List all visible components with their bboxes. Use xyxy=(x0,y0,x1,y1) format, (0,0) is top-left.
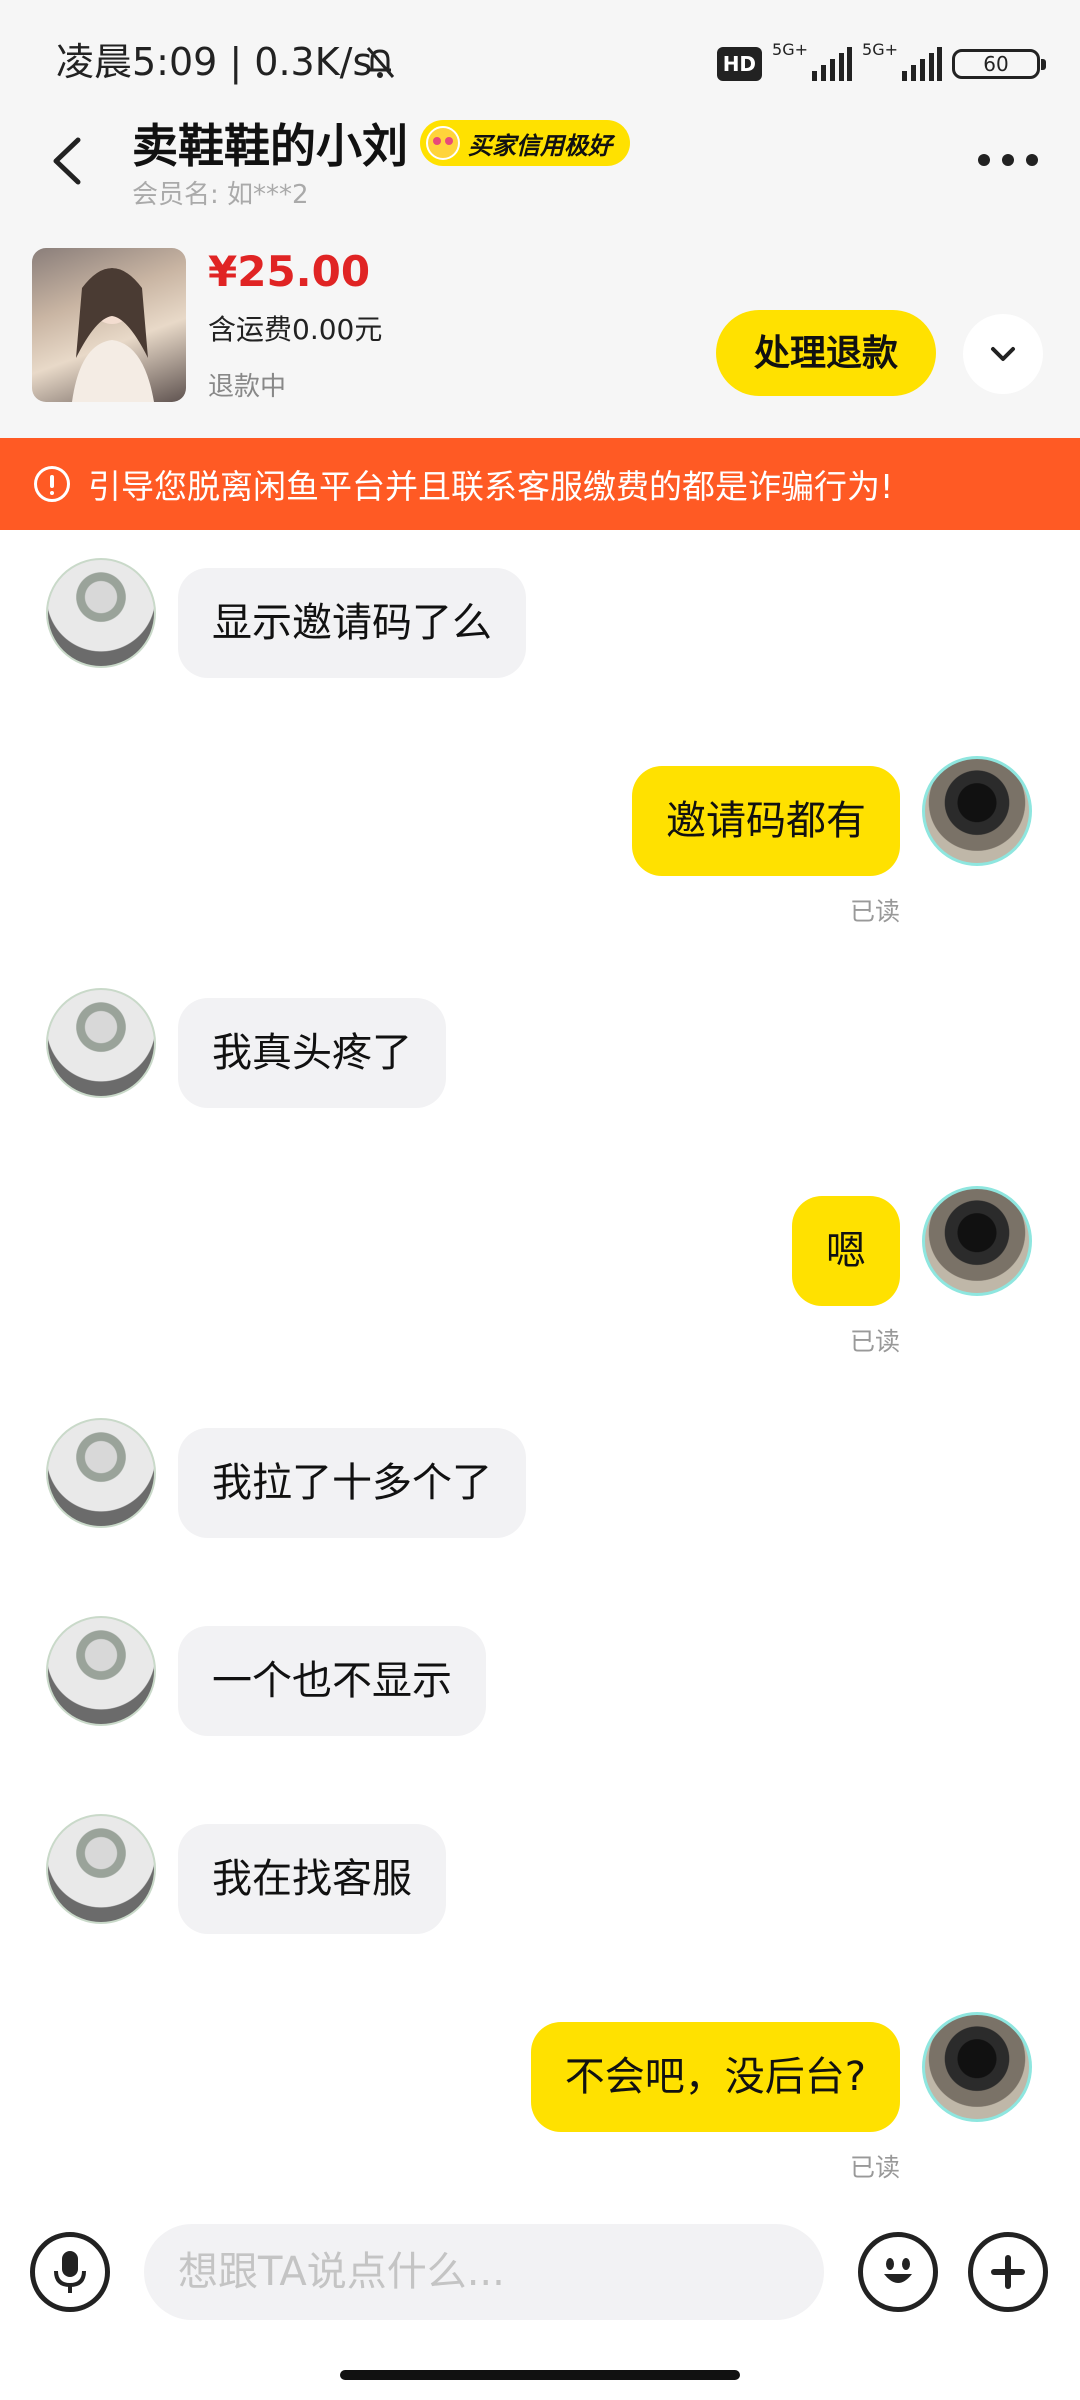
read-receipt: 已读 xyxy=(849,2153,900,2182)
product-price: ¥25.00 xyxy=(208,247,371,296)
chat-header: 卖鞋鞋的小刘 买家信用极好 会员名: 如***2 xyxy=(0,110,1080,210)
seller-avatar[interactable] xyxy=(46,988,156,1098)
shipping-fee: 含运费0.00元 xyxy=(208,313,383,346)
message-bubble-right[interactable]: 邀请码都有 xyxy=(632,766,900,876)
message-bubble-right[interactable]: 不会吧，没后台? xyxy=(530,2022,900,2132)
message-bubble-left[interactable]: 显示邀请码了么 xyxy=(178,568,526,678)
process-refund-button[interactable]: 处理退款 xyxy=(716,310,936,396)
status-indicators: HD 5G+ 5G+ 60 xyxy=(716,40,1046,84)
dot xyxy=(1002,154,1014,166)
warning-text: 引导您脱离闲鱼平台并且联系客服缴费的都是诈骗行为! xyxy=(88,467,894,506)
message-bubble-left[interactable]: 我拉了十多个了 xyxy=(178,1428,526,1538)
message-bubble-left[interactable]: 一个也不显示 xyxy=(178,1626,486,1736)
more-dots-icon[interactable] xyxy=(978,140,1038,180)
my-avatar[interactable] xyxy=(922,1186,1032,1296)
dot xyxy=(978,154,990,166)
voice-button[interactable] xyxy=(30,2232,110,2312)
smile-face-icon xyxy=(426,126,460,160)
microphone-icon xyxy=(54,2251,86,2293)
network-label: 5G+ xyxy=(772,40,809,59)
message-bubble-right[interactable]: 嗯 xyxy=(792,1196,900,1306)
message-bubble-left[interactable]: 我在找客服 xyxy=(178,1824,446,1934)
message-bubble-left[interactable]: 我真头疼了 xyxy=(178,998,446,1108)
signal-icon-2 xyxy=(902,47,942,81)
status-bar: 凌晨5:09 | 0.3K/s HD 5G+ 5G+ 60 xyxy=(0,0,1080,110)
home-indicator[interactable] xyxy=(340,2370,740,2380)
expand-button[interactable] xyxy=(963,314,1043,394)
seller-avatar[interactable] xyxy=(46,1418,156,1528)
seller-avatar[interactable] xyxy=(46,558,156,668)
plus-icon[interactable] xyxy=(968,2232,1048,2312)
emoji-icon xyxy=(884,2258,912,2283)
credit-badge: 买家信用极好 xyxy=(420,120,630,166)
member-name: 会员名: 如***2 xyxy=(132,180,309,210)
read-receipt: 已读 xyxy=(849,897,900,926)
read-receipt: 已读 xyxy=(849,1327,900,1356)
battery-indicator: 60 xyxy=(952,49,1046,79)
seller-avatar[interactable] xyxy=(46,1814,156,1924)
credit-badge-label: 买家信用极好 xyxy=(468,131,612,160)
fraud-warning-banner: 引导您脱离闲鱼平台并且联系客服缴费的都是诈骗行为! xyxy=(0,438,1080,530)
chevron-down-icon xyxy=(991,347,1015,361)
my-avatar[interactable] xyxy=(922,756,1032,866)
input-bar xyxy=(0,2210,1080,2340)
emoji-button[interactable] xyxy=(858,2232,938,2312)
chat-messages[interactable]: 显示邀请码了么 邀请码都有 已读 我真头疼了 嗯 已读 我拉了十多个了 一个也不… xyxy=(0,530,1080,2210)
product-image[interactable] xyxy=(32,248,186,402)
network-label-2: 5G+ xyxy=(862,40,898,59)
back-arrow-icon[interactable] xyxy=(42,126,92,196)
dot xyxy=(1026,154,1038,166)
message-input[interactable] xyxy=(144,2224,824,2320)
bell-off-icon xyxy=(366,47,395,78)
my-avatar[interactable] xyxy=(922,2012,1032,2122)
warning-circle-icon xyxy=(34,466,70,502)
product-card[interactable]: ¥25.00 含运费0.00元 退款中 处理退款 xyxy=(0,210,1080,438)
seller-name[interactable]: 卖鞋鞋的小刘 xyxy=(132,116,408,176)
seller-avatar[interactable] xyxy=(46,1616,156,1726)
hd-badge: HD xyxy=(716,47,763,81)
signal-icon xyxy=(812,47,853,81)
status-time: 凌晨5:09 | 0.3K/s xyxy=(56,40,373,84)
refund-status: 退款中 xyxy=(208,372,287,402)
